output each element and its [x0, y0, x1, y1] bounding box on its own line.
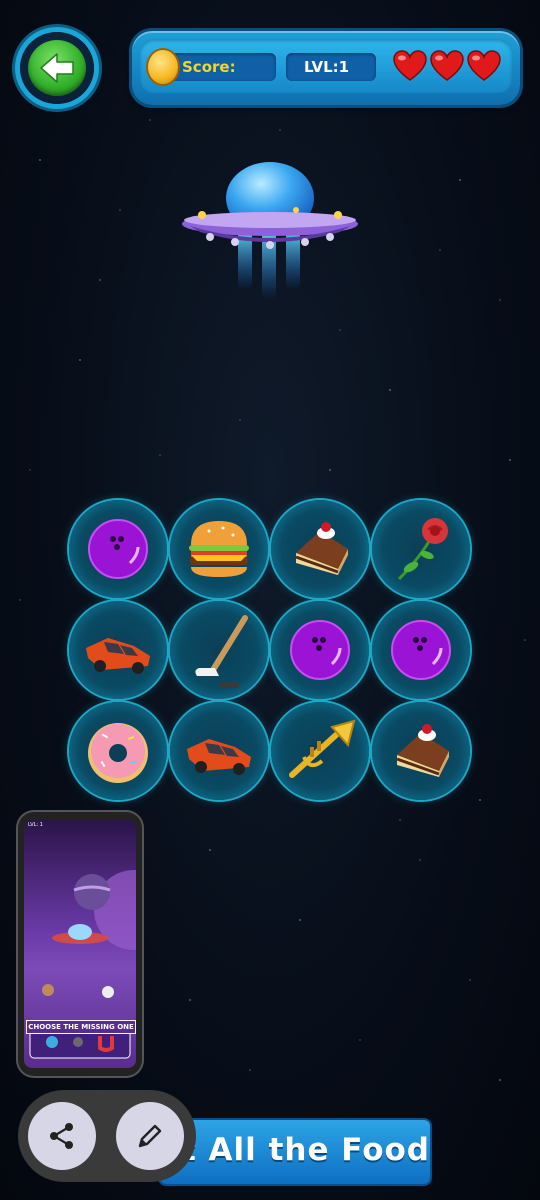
heart-icon [467, 50, 501, 81]
bowling-ball-icon [391, 620, 451, 680]
burger-icon [189, 521, 249, 577]
preview-thumbnail[interactable]: LVL: 1 CHOOSE THE MISSING ONE [18, 812, 142, 1076]
trumpet-icon [289, 719, 356, 778]
donut-icon [88, 723, 148, 783]
heart-icon [430, 50, 464, 81]
instruction-text: ct All the Food [161, 1132, 430, 1168]
grid-cell[interactable] [170, 601, 268, 699]
preview-screen: LVL: 1 CHOOSE THE MISSING ONE [24, 820, 136, 1068]
preview-banner: CHOOSE THE MISSING ONE [26, 1020, 136, 1034]
grid-cell[interactable] [372, 500, 470, 598]
score-label: Score: [182, 58, 236, 76]
red-car-icon [187, 739, 251, 775]
grid-cell[interactable] [271, 702, 369, 800]
grid-cell[interactable] [69, 601, 167, 699]
grid-cell[interactable] [372, 702, 470, 800]
bowling-ball-icon [88, 519, 148, 579]
cake-slice-icon [295, 522, 348, 575]
share-button[interactable] [28, 1102, 96, 1170]
hockey-stick-icon [195, 615, 248, 688]
heart-icon [393, 50, 427, 81]
pencil-icon [138, 1124, 162, 1148]
instruction-banner: ct All the Food [160, 1120, 430, 1184]
grid-cell[interactable] [170, 702, 268, 800]
grid-cell[interactable] [271, 500, 369, 598]
grid-cell[interactable] [69, 702, 167, 800]
floating-action-bar [18, 1090, 196, 1182]
edit-button[interactable] [116, 1102, 184, 1170]
bowling-ball-icon [290, 620, 350, 680]
grid-cell[interactable] [271, 601, 369, 699]
cake-slice-icon [396, 724, 449, 777]
level-label: LVL:1 [304, 58, 350, 76]
grid-cell[interactable] [170, 500, 268, 598]
share-icon [50, 1123, 73, 1149]
back-arrow-icon [40, 53, 74, 83]
grid-cell[interactable] [69, 500, 167, 598]
rose-icon [397, 518, 448, 581]
coin-icon [148, 50, 178, 84]
ufo-spaceship [182, 162, 358, 300]
grid-cell[interactable] [372, 601, 470, 699]
back-button[interactable] [20, 32, 94, 104]
red-car-icon [86, 638, 150, 674]
